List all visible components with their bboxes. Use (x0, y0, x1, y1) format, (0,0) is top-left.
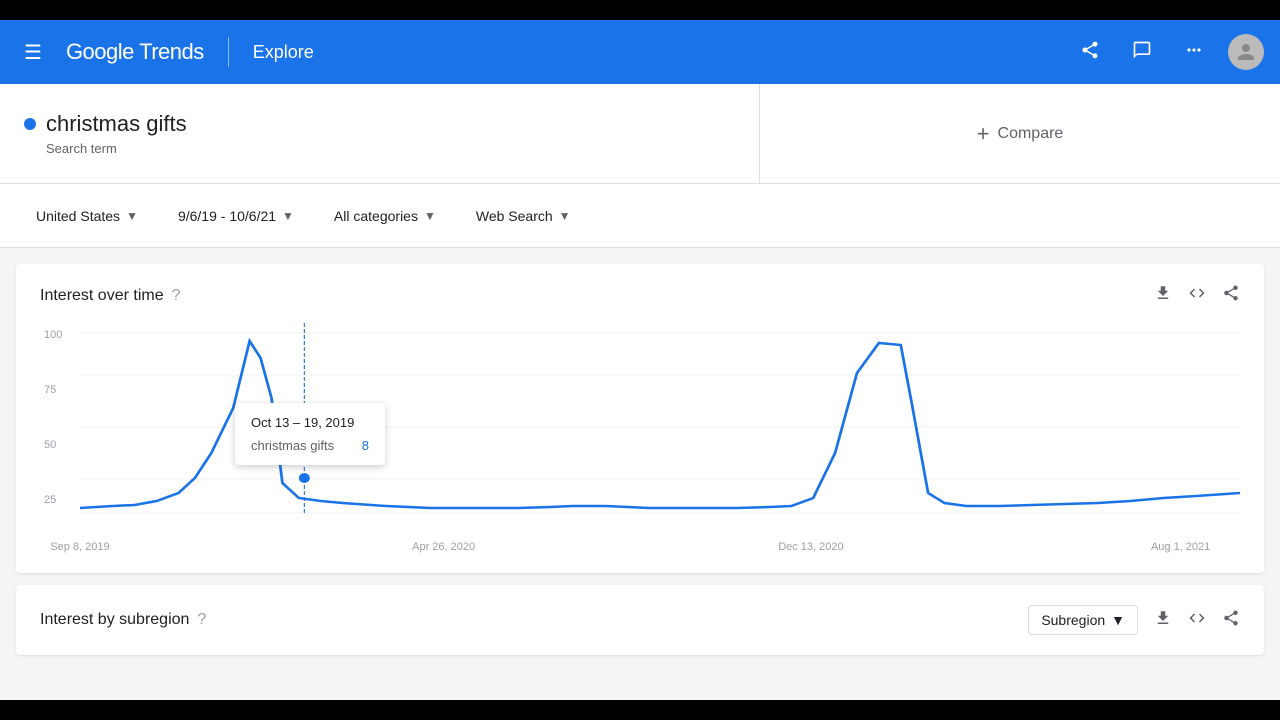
avatar[interactable] (1228, 34, 1264, 70)
y-axis-75: 75 (44, 384, 56, 396)
subregion-select-label: Subregion (1041, 612, 1105, 628)
card-actions (1154, 284, 1240, 307)
search-term-box: christmas gifts Search term (0, 84, 760, 183)
y-axis-50: 50 (44, 439, 56, 451)
search-type-filter[interactable]: Web Search ▼ (464, 200, 583, 232)
region-label: United States (36, 208, 120, 224)
subregion-share-icon[interactable] (1222, 609, 1240, 632)
search-type-chevron-icon: ▼ (559, 209, 571, 223)
interest-over-time-card: Interest over time ? 100 75 50 25 (16, 264, 1264, 573)
date-chevron-icon: ▼ (282, 209, 294, 223)
category-filter[interactable]: All categories ▼ (322, 200, 448, 232)
chart-title: Interest over time (40, 287, 164, 305)
search-term-row: christmas gifts (24, 111, 735, 137)
search-term-label: Search term (24, 141, 735, 156)
x-label-aug2021: Aug 1, 2021 (1151, 541, 1210, 553)
search-area: christmas gifts Search term + Compare (0, 84, 1280, 184)
subregion-chevron-icon: ▼ (1111, 612, 1125, 628)
date-label: 9/6/19 - 10/6/21 (178, 208, 276, 224)
subregion-title-row: Interest by subregion ? (40, 611, 206, 629)
subregion-select[interactable]: Subregion ▼ (1028, 605, 1138, 635)
compare-button[interactable]: + Compare (977, 121, 1064, 147)
subregion-actions: Subregion ▼ (1028, 605, 1240, 635)
date-filter[interactable]: 9/6/19 - 10/6/21 ▼ (166, 200, 306, 232)
subregion-help-icon[interactable]: ? (197, 611, 206, 629)
search-term-text[interactable]: christmas gifts (46, 111, 187, 137)
bottom-black-bar (0, 700, 1280, 720)
filters-bar: United States ▼ 9/6/19 - 10/6/21 ▼ All c… (0, 184, 1280, 248)
compare-box[interactable]: + Compare (760, 84, 1280, 183)
share-chart-icon[interactable] (1222, 284, 1240, 307)
embed-icon[interactable] (1188, 284, 1206, 307)
download-icon[interactable] (1154, 284, 1172, 307)
help-icon[interactable]: ? (172, 287, 181, 305)
feedback-icon[interactable] (1124, 32, 1160, 73)
category-label: All categories (334, 208, 418, 224)
x-label-sep2019: Sep 8, 2019 (50, 541, 109, 553)
compare-plus-icon: + (977, 121, 990, 147)
search-dot (24, 118, 36, 130)
header: ☰ Google Trends Explore (0, 20, 1280, 84)
compare-label: Compare (998, 125, 1064, 143)
bottom-card-header: Interest by subregion ? Subregion ▼ (40, 605, 1240, 635)
category-chevron-icon: ▼ (424, 209, 436, 223)
main-content: Interest over time ? 100 75 50 25 (0, 248, 1280, 671)
subregion-download-icon[interactable] (1154, 609, 1172, 632)
interest-by-subregion-card: Interest by subregion ? Subregion ▼ (16, 585, 1264, 655)
x-label-dec2020: Dec 13, 2020 (778, 541, 843, 553)
y-axis-100: 100 (44, 329, 62, 341)
region-chevron-icon: ▼ (126, 209, 138, 223)
chart-svg (80, 323, 1240, 523)
chart-container: 100 75 50 25 Sep 8 (40, 323, 1240, 553)
card-title-row: Interest over time ? (40, 287, 181, 305)
region-filter[interactable]: United States ▼ (24, 200, 150, 232)
logo: Google Trends (66, 39, 204, 65)
top-black-bar (0, 0, 1280, 20)
subregion-title: Interest by subregion (40, 611, 189, 629)
chart-card-header: Interest over time ? (40, 284, 1240, 307)
y-axis-25: 25 (44, 494, 56, 506)
menu-icon[interactable]: ☰ (16, 32, 50, 73)
subregion-embed-icon[interactable] (1188, 609, 1206, 632)
share-icon[interactable] (1072, 32, 1108, 73)
x-axis-labels: Sep 8, 2019 Apr 26, 2020 Dec 13, 2020 Au… (80, 541, 1240, 553)
x-label-apr2020: Apr 26, 2020 (412, 541, 475, 553)
header-divider (228, 37, 229, 67)
search-type-label: Web Search (476, 208, 553, 224)
apps-icon[interactable] (1176, 32, 1212, 73)
explore-label: Explore (253, 42, 314, 63)
